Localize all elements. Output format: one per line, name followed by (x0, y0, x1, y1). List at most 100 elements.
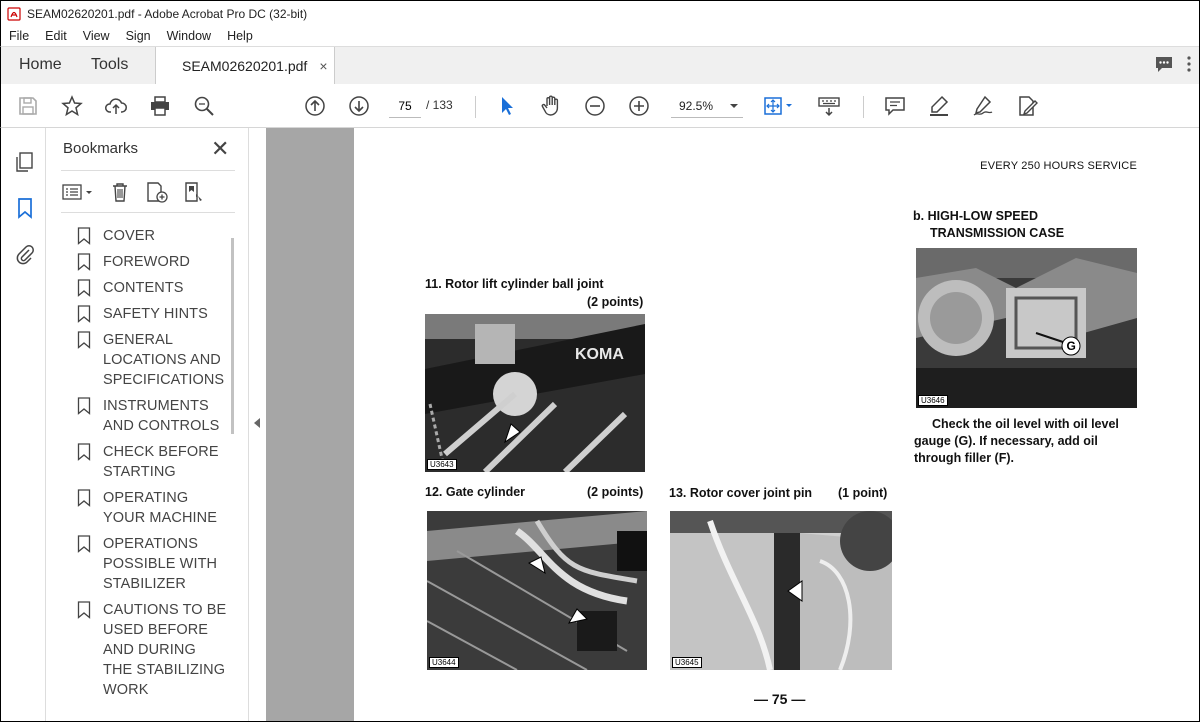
bookmarks-panel-button[interactable] (13, 196, 37, 220)
find-button[interactable] (191, 93, 217, 119)
item-12-title: 12. Gate cylinder (425, 485, 526, 499)
document-viewport[interactable]: EVERY 250 HOURS SERVICE b. HIGH-LOW SPEE… (266, 128, 1199, 721)
find-bookmark-icon[interactable] (183, 181, 207, 203)
bookmark-label: SAFETY HINTS (103, 306, 208, 322)
highlight-button[interactable] (926, 93, 952, 119)
photo-rotor-cover-pin: U3645 (670, 511, 892, 670)
bookmarks-panel: Bookmarks ✕ COVER FOREWORD CONTENTS SAFE… (47, 128, 248, 722)
tab-tools[interactable]: Tools (91, 47, 128, 85)
page-thumbnails-button[interactable] (13, 150, 37, 174)
sign-document-icon (1019, 96, 1038, 116)
paperclip-icon (16, 245, 34, 265)
menu-window[interactable]: Window (167, 29, 211, 43)
panel-divider (61, 212, 235, 213)
bookmark-item[interactable]: INSTRUMENTS AND CONTROLS (77, 396, 227, 436)
close-panel-icon[interactable]: ✕ (211, 136, 229, 162)
new-bookmark-icon[interactable] (145, 181, 169, 203)
bookmark-item[interactable]: GENERAL LOCATIONS AND SPECIFICATIONS (77, 330, 227, 390)
comment-bubble-icon[interactable] (1153, 53, 1175, 75)
scroll-mode-button[interactable] (816, 93, 842, 119)
arrow-down-circle-icon (349, 96, 369, 116)
bookmark-flag-icon (77, 279, 91, 297)
bookmark-item[interactable]: COVER (77, 226, 227, 246)
bookmark-flag-icon (77, 601, 91, 619)
fit-page-icon (764, 97, 792, 115)
page-number-input[interactable] (389, 94, 421, 118)
cursor-arrow-icon (502, 97, 513, 115)
comment-icon (885, 97, 905, 116)
attachments-button[interactable] (13, 242, 37, 266)
photo-rotor-cover-pin-image (670, 511, 892, 670)
draw-button[interactable] (970, 93, 996, 119)
fit-page-button[interactable] (761, 93, 797, 119)
bookmark-label: CAUTIONS TO BE USED BEFORE AND DURING TH… (103, 602, 227, 698)
save-button[interactable] (15, 93, 41, 119)
options-menu-icon[interactable] (61, 181, 95, 203)
toolbar-divider (863, 96, 864, 118)
item-11-title: 11. Rotor lift cylinder ball joint (425, 277, 604, 291)
photo-code: U3646 (918, 395, 948, 406)
menu-view[interactable]: View (83, 29, 110, 43)
bookmark-item[interactable]: CONTENTS (77, 278, 227, 298)
photo-code: U3644 (429, 657, 459, 668)
window-title: SEAM02620201.pdf - Adobe Acrobat Pro DC … (27, 6, 308, 21)
tabbar-right-icons (1153, 53, 1193, 75)
printer-icon (151, 96, 169, 116)
zoom-out-button[interactable] (582, 93, 608, 119)
menu-sign[interactable]: Sign (126, 29, 151, 43)
bookmark-item[interactable]: CAUTIONS TO BE USED BEFORE AND DURING TH… (77, 600, 227, 700)
acrobat-app-icon (7, 6, 21, 21)
add-comment-button[interactable] (882, 93, 908, 119)
bookmark-label: OPERATIONS POSSIBLE WITH STABILIZER (103, 536, 218, 592)
menu-file[interactable]: File (9, 29, 29, 43)
zoom-in-button[interactable] (626, 93, 652, 119)
bookmark-label: GENERAL LOCATIONS AND SPECIFICATIONS (103, 332, 225, 388)
photo-code: U3643 (427, 459, 457, 470)
photo-rotor-lift-cylinder-image: KOMA (425, 314, 645, 472)
section-b-body-line3: through filler (F). (914, 451, 1014, 465)
bookmark-star-button[interactable] (59, 93, 85, 119)
bookmark-label: OPERATING YOUR MACHINE (103, 490, 217, 526)
menu-edit[interactable]: Edit (45, 29, 67, 43)
fill-sign-button[interactable] (1014, 93, 1040, 119)
photo-gate-cylinder-image (427, 511, 647, 670)
zoom-level-dropdown[interactable]: 92.5% (671, 94, 743, 118)
bookmark-item[interactable]: FOREWORD (77, 252, 227, 272)
bookmark-item[interactable]: SAFETY HINTS (77, 304, 227, 324)
cloud-upload-icon (105, 98, 127, 114)
print-button[interactable] (147, 93, 173, 119)
menu-bar: File Edit View Sign Window Help (0, 26, 1200, 46)
next-page-button[interactable] (346, 93, 372, 119)
previous-page-button[interactable] (302, 93, 328, 119)
tab-bar: Home Tools SEAM02620201.pdf × (0, 46, 1200, 85)
photo-code: U3645 (672, 657, 702, 668)
bookmark-flag-icon (77, 535, 91, 553)
panel-splitter[interactable] (248, 128, 266, 722)
photo-11-label: KOMA (575, 346, 624, 363)
tab-home[interactable]: Home (19, 47, 62, 85)
section-b-body: Check the oil level with oil level gauge… (914, 416, 1136, 467)
search-zoom-icon (194, 96, 214, 116)
bookmark-item[interactable]: OPERATING YOUR MACHINE (77, 488, 227, 528)
upload-button[interactable] (103, 93, 129, 119)
keyboard-scroll-icon (818, 97, 840, 117)
bookmarks-panel-title: Bookmarks (63, 140, 139, 157)
tab-document[interactable]: SEAM02620201.pdf × (155, 47, 335, 85)
toolbar-divider (475, 96, 476, 118)
bookmark-item[interactable]: OPERATIONS POSSIBLE WITH STABILIZER (77, 534, 227, 594)
bookmark-icon (18, 198, 32, 219)
tab-close-icon[interactable]: × (319, 58, 327, 74)
menu-help[interactable]: Help (227, 29, 253, 43)
bookmark-flag-icon (77, 253, 91, 271)
highlighter-pen-icon (930, 95, 949, 116)
more-options-icon[interactable] (1185, 53, 1193, 75)
bookmark-flag-icon (77, 489, 91, 507)
collapse-panel-icon[interactable] (254, 418, 260, 428)
bookmark-item[interactable]: CHECK BEFORE STARTING (77, 442, 227, 482)
item-13-title: 13. Rotor cover joint pin (669, 486, 813, 500)
select-tool-button[interactable] (494, 93, 520, 119)
delete-bookmark-icon[interactable] (109, 181, 131, 203)
hand-tool-button[interactable] (538, 93, 564, 119)
bookmarks-scrollbar[interactable] (231, 238, 234, 434)
bookmark-label: FOREWORD (103, 254, 190, 270)
